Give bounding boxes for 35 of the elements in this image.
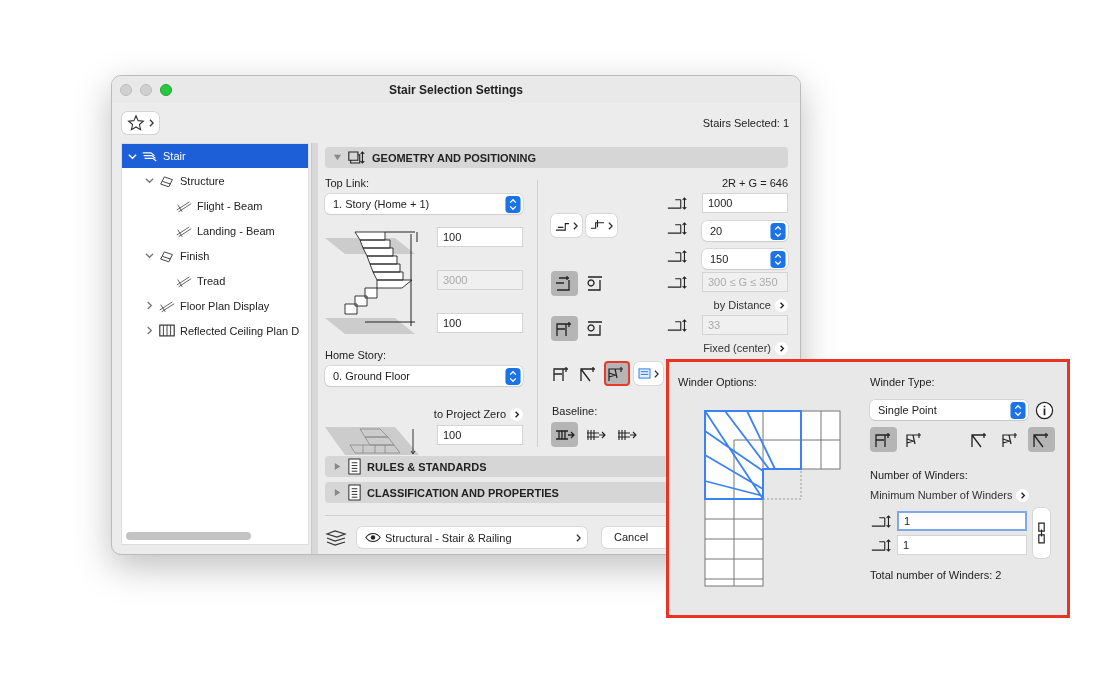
formula-text: 2R + G = 646 — [721, 176, 788, 190]
story-dropdown[interactable]: 0. Ground Floor — [325, 366, 523, 386]
story-dropdown[interactable]: 1. Story (Home + 1) — [325, 194, 523, 214]
tree-item[interactable]: Tread — [122, 268, 308, 293]
field-label: Top Link: — [325, 176, 371, 190]
walking-line-label: Fixed (center) — [703, 341, 771, 355]
tree-item[interactable]: Finish — [122, 243, 308, 268]
field-label: Baseline: — [552, 404, 599, 418]
field-label: Number of Winders: — [870, 468, 969, 482]
tree-item[interactable]: Stair — [122, 144, 308, 168]
input-field[interactable]: 100 — [437, 313, 523, 333]
total-text: Total number of Winders: 2 — [870, 568, 1003, 582]
panel-title: Winder Options: — [678, 375, 758, 389]
input-field[interactable]: 100 — [437, 227, 523, 247]
section-header[interactable]: GEOMETRY AND POSITIONING — [325, 147, 788, 168]
field-label: to Project Zero — [433, 407, 506, 421]
selection-count: Stairs Selected: 1 — [702, 117, 789, 129]
tree-item[interactable]: Structure — [122, 168, 308, 193]
tree-item[interactable]: Floor Plan Display — [122, 293, 308, 318]
input-field[interactable]: 1 — [897, 511, 1027, 531]
layer-dropdown[interactable]: Structural - Stair & Railing — [357, 527, 587, 548]
winder-type-dropdown[interactable]: Single Point — [870, 400, 1028, 420]
method-label: by Distance — [713, 298, 771, 312]
input-field[interactable]: 1 — [897, 535, 1027, 555]
method-label: Minimum Number of Winders — [870, 488, 1013, 502]
tree-item[interactable]: Flight - Beam — [122, 193, 308, 218]
tree-item[interactable]: Landing - Beam — [122, 218, 308, 243]
riser-height-dropdown[interactable]: 150 — [702, 249, 788, 269]
field-label: Winder Type: — [870, 375, 936, 389]
window-title: Stair Selection Settings — [388, 82, 523, 97]
input-field[interactable]: 1000 — [702, 193, 788, 213]
input-field[interactable]: 100 — [437, 425, 523, 445]
riser-count-dropdown[interactable]: 20 — [702, 221, 788, 241]
tree-item[interactable]: Reflected Ceiling Plan D — [122, 318, 308, 343]
field-label: Home Story: — [325, 348, 388, 362]
